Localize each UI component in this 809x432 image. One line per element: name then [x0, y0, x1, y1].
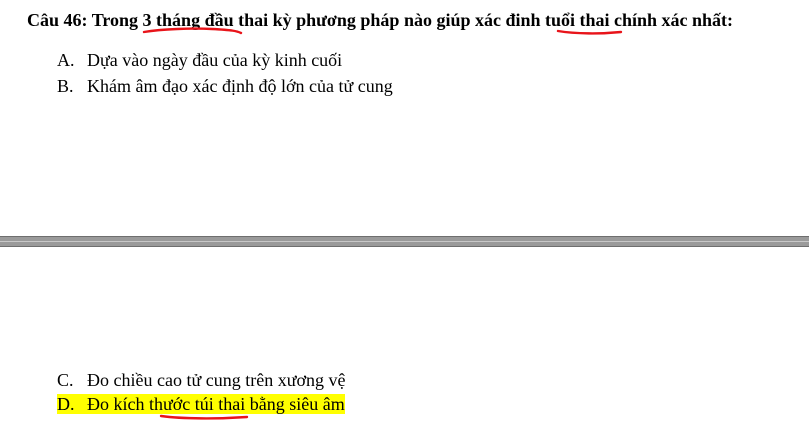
question-text: Câu 46: Trong 3 tháng đầu thai kỳ phương… [27, 8, 733, 32]
question-text-part: chính xác nhất: [609, 10, 734, 30]
option-text: Đo kích thước túi thai bằng siêu âm [87, 394, 345, 414]
question-number: Câu 46: [27, 10, 88, 30]
answer-option-d: D. Đo kích thước túi thai bằng siêu âm [57, 392, 345, 416]
page-break-divider [0, 236, 809, 247]
question-text-part: Trong [87, 10, 143, 30]
option-letter: B. [57, 76, 74, 96]
question-emphasis-duration: 3 tháng đầu [142, 10, 234, 30]
answer-option-b: B. Khám âm đạo xác định độ lớn của tử cun… [57, 74, 393, 98]
answer-option-a: A. Dựa vào ngày đầu của kỳ kinh cuối [57, 48, 342, 72]
option-letter: A. [57, 50, 75, 70]
option-letter: C. [57, 370, 74, 390]
option-text: Dựa vào ngày đầu của kỳ kinh cuối [87, 50, 343, 70]
answer-option-c: C. Đo chiều cao tử cung trên xương vệ [57, 368, 345, 392]
question-emphasis-gestational-age: tuổi thai [545, 10, 610, 30]
question-text-part: thai kỳ phương pháp nào giúp xác đinh [233, 10, 545, 30]
option-text: Khám âm đạo xác định độ lớn của tử cung [87, 76, 393, 96]
option-text: Đo chiều cao tử cung trên xương vệ [87, 370, 346, 390]
highlighted-answer: D. Đo kích thước túi thai bằng siêu âm [57, 394, 345, 414]
option-letter: D. [57, 394, 75, 414]
